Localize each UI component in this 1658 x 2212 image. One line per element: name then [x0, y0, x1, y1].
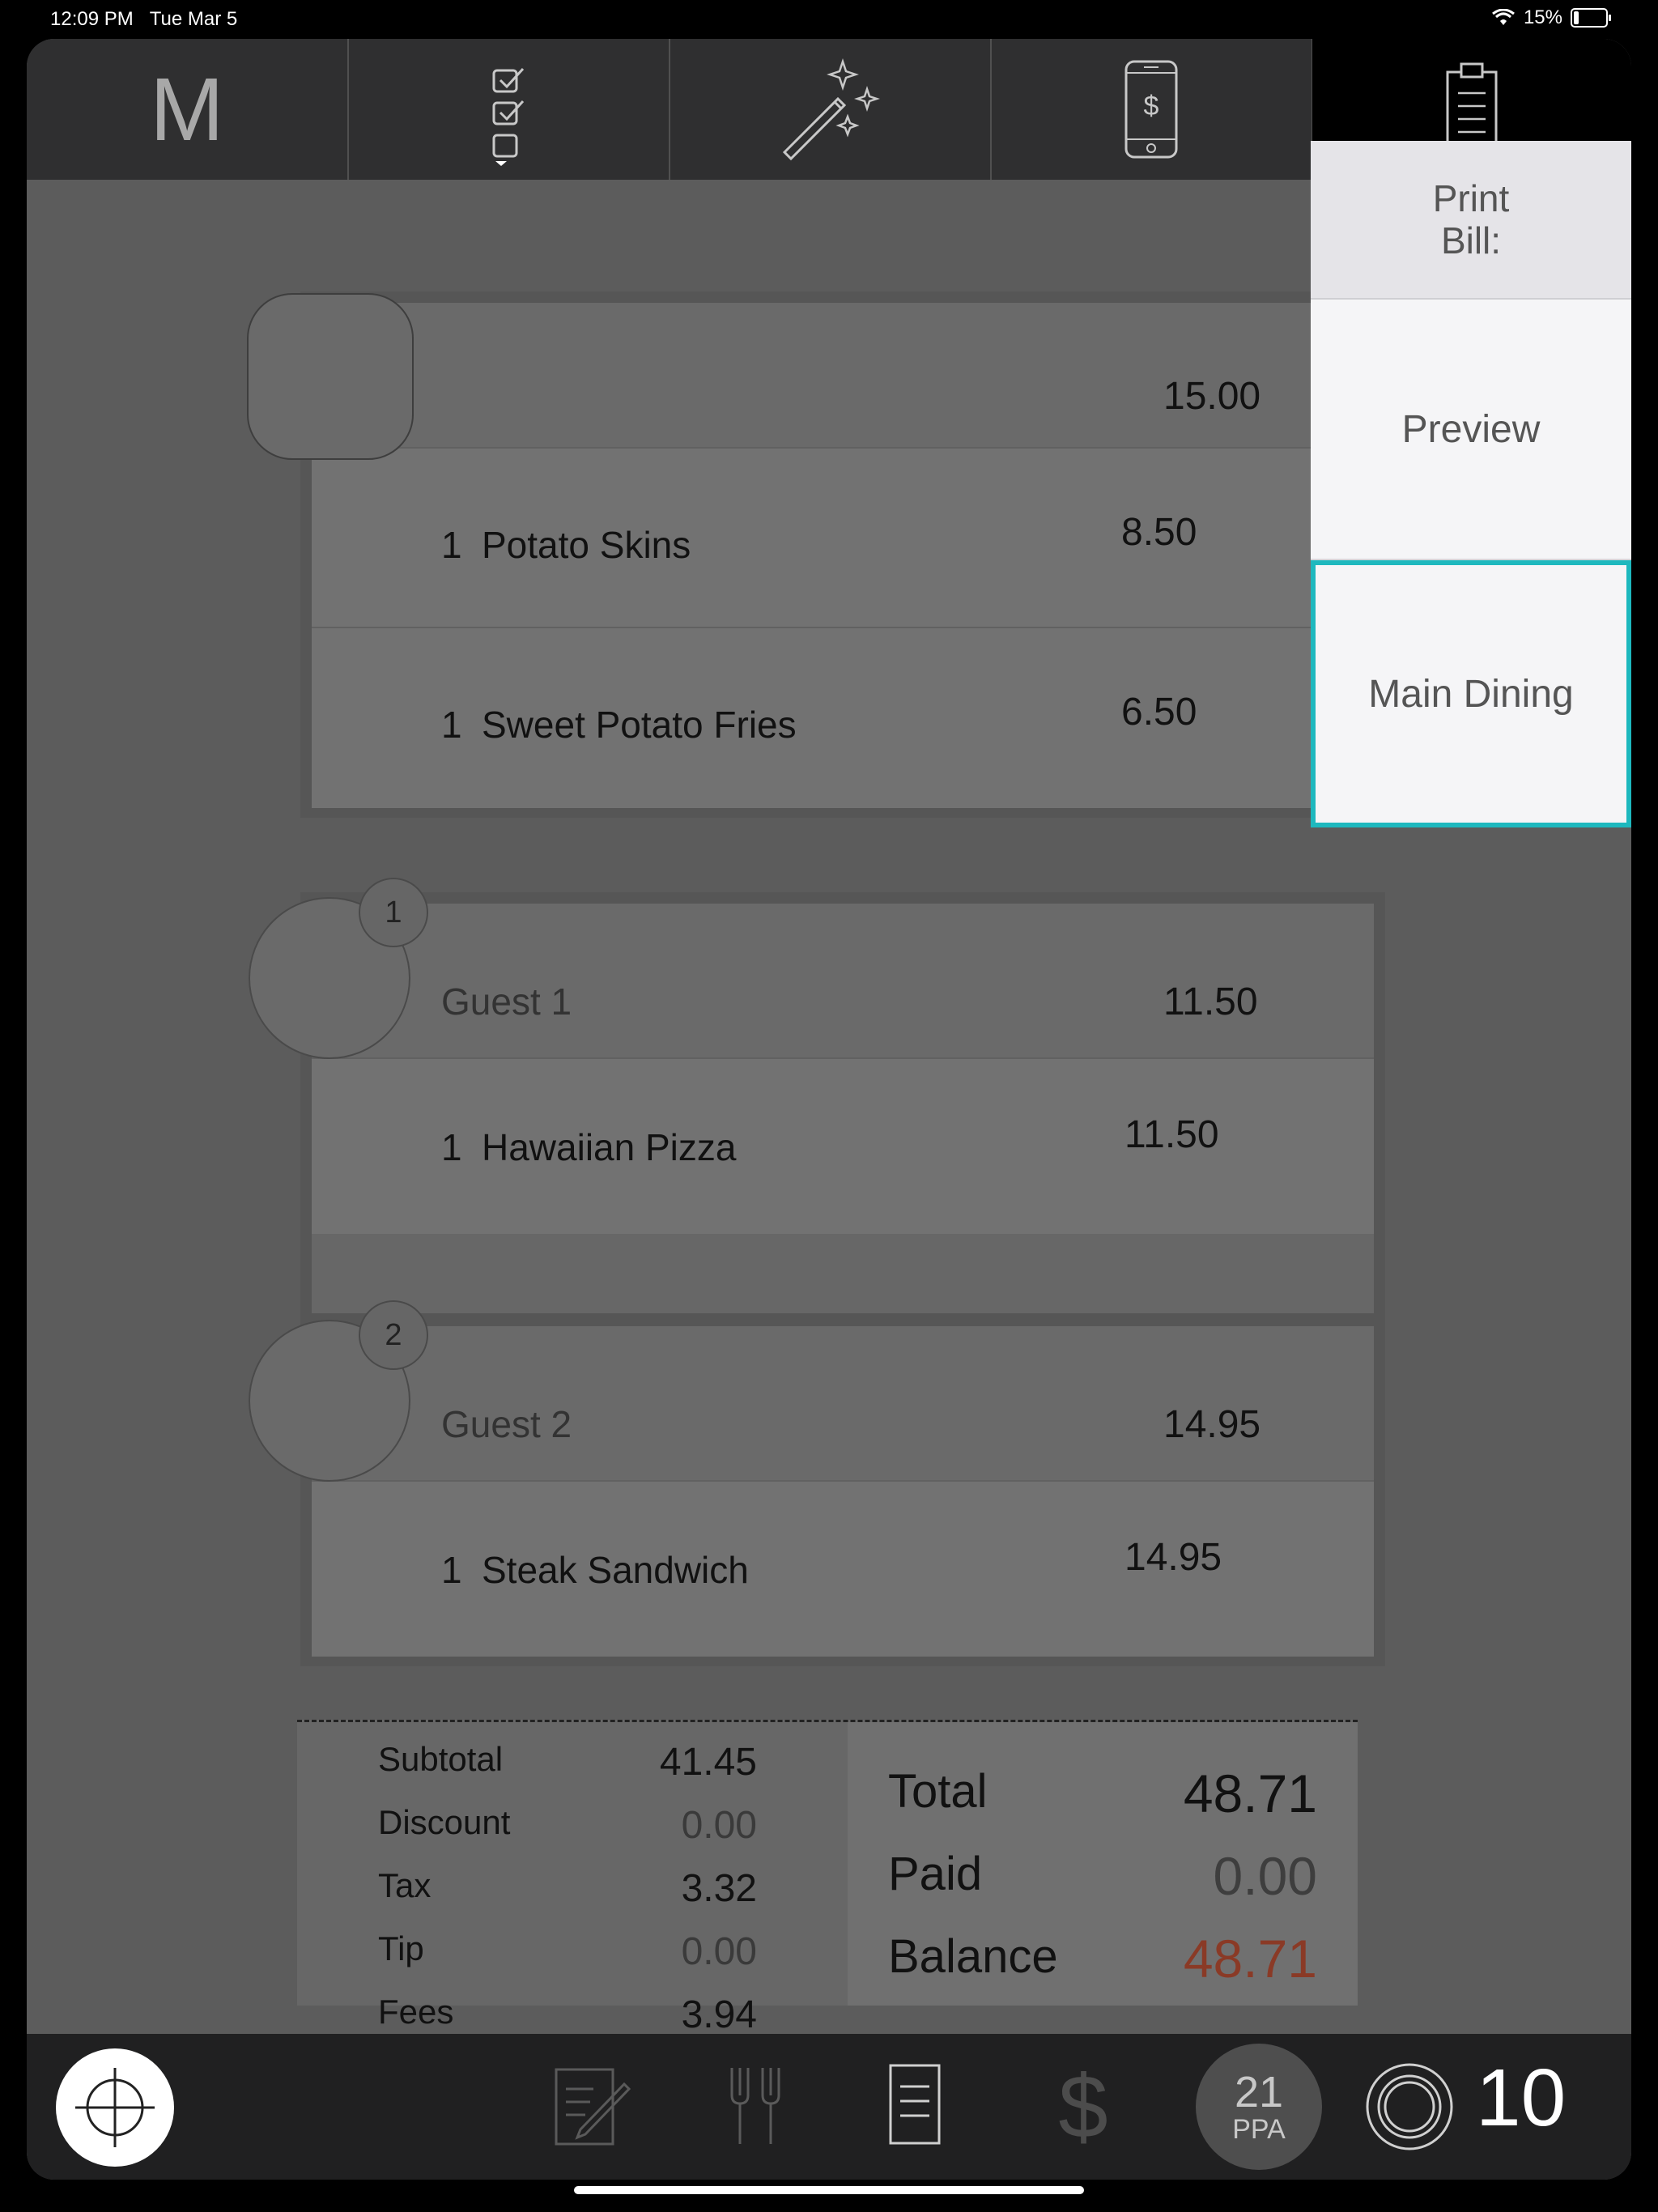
- fork-icon: [730, 2068, 780, 2144]
- checklist-button[interactable]: [348, 39, 670, 180]
- bill-icon: [889, 2064, 941, 2145]
- locate-icon: [75, 2068, 155, 2147]
- tip-value: 0.00: [681, 1930, 757, 1973]
- fees-value: 3.94: [681, 1993, 757, 2036]
- balance-value: 48.71: [1183, 1929, 1317, 1989]
- table-items-header: 15.00: [312, 303, 1333, 447]
- magic-button[interactable]: [670, 39, 992, 180]
- bottom-toolbar: $ 21 PPA 10: [27, 2034, 1631, 2180]
- total-value: 48.71: [1183, 1763, 1317, 1823]
- home-indicator[interactable]: [574, 2186, 1084, 2194]
- print-preview-option[interactable]: Preview: [1311, 300, 1631, 560]
- mobile-pay-icon: $: [1124, 60, 1178, 159]
- subtotal-value: 41.45: [659, 1741, 757, 1784]
- notes-icon: [555, 2068, 631, 2146]
- checklist-icon: [492, 67, 525, 166]
- list-item[interactable]: 1 Potato Skins 8.50: [312, 447, 1333, 628]
- guest-2-card[interactable]: Guest 2 14.95 1 Steak Sandwich 14.95: [300, 1315, 1385, 1666]
- magic-wand-icon: [782, 58, 880, 161]
- ppa-badge[interactable]: 21 PPA: [1196, 2044, 1322, 2170]
- totals-breakdown: Subtotal 41.45 Discount 0.00 Tax 3.32 Ti…: [378, 1740, 757, 2036]
- tax-value: 3.32: [681, 1867, 757, 1910]
- guest-number-badge: 1: [359, 878, 428, 947]
- print-bill-header: Print Bill:: [1311, 141, 1631, 300]
- battery-icon: [1571, 8, 1611, 28]
- seat-button[interactable]: [1364, 2061, 1455, 2152]
- print-main-dining-option[interactable]: Main Dining: [1311, 560, 1631, 827]
- totals-summary: Total 48.71 Paid 0.00 Balance 48.71: [848, 1722, 1358, 2006]
- guest-number-badge: 2: [359, 1300, 428, 1370]
- svg-text:$: $: [1144, 91, 1159, 121]
- paid-value: 0.00: [1213, 1846, 1317, 1906]
- mobile-pay-button[interactable]: $: [991, 39, 1313, 180]
- notes-button[interactable]: [545, 2060, 634, 2149]
- check-button[interactable]: [878, 2057, 951, 2154]
- payment-button[interactable]: $: [1047, 2057, 1120, 2157]
- guest-header: Guest 1 11.50: [312, 904, 1374, 1057]
- status-time: 12:09 PM Tue Mar 5: [50, 8, 238, 30]
- table-items-total: 15.00: [1163, 375, 1261, 418]
- wifi-icon: [1492, 9, 1515, 25]
- dollar-icon: $: [1058, 2057, 1108, 2157]
- battery-percent: 15%: [1523, 6, 1562, 28]
- list-item[interactable]: 1 Steak Sandwich 14.95: [312, 1480, 1374, 1657]
- guest-header: Guest 2 14.95: [312, 1326, 1374, 1480]
- print-bill-menu: Print Bill: Preview Main Dining: [1311, 141, 1631, 827]
- menu-logo-button[interactable]: M: [27, 39, 349, 180]
- plate-icon: [1366, 2063, 1453, 2150]
- logo-icon: M: [150, 59, 224, 160]
- table-avatar[interactable]: [247, 293, 414, 460]
- table-items-card[interactable]: 15.00 1 Potato Skins 8.50 1 Sweet Potato…: [300, 291, 1345, 818]
- list-item[interactable]: 1 Sweet Potato Fries 6.50: [312, 627, 1333, 808]
- list-item[interactable]: 1 Hawaiian Pizza 11.50: [312, 1057, 1374, 1234]
- seat-count: 10: [1476, 2052, 1567, 2143]
- locate-button[interactable]: [56, 2048, 174, 2167]
- status-bar: 12:09 PM Tue Mar 5 15%: [0, 0, 1658, 39]
- check-totals: Subtotal 41.45 Discount 0.00 Tax 3.32 Ti…: [297, 1720, 1358, 2036]
- guest-1-card[interactable]: Guest 1 11.50 1 Hawaiian Pizza 11.50: [300, 892, 1385, 1325]
- discount-value: 0.00: [681, 1804, 757, 1847]
- order-button[interactable]: [715, 2060, 796, 2149]
